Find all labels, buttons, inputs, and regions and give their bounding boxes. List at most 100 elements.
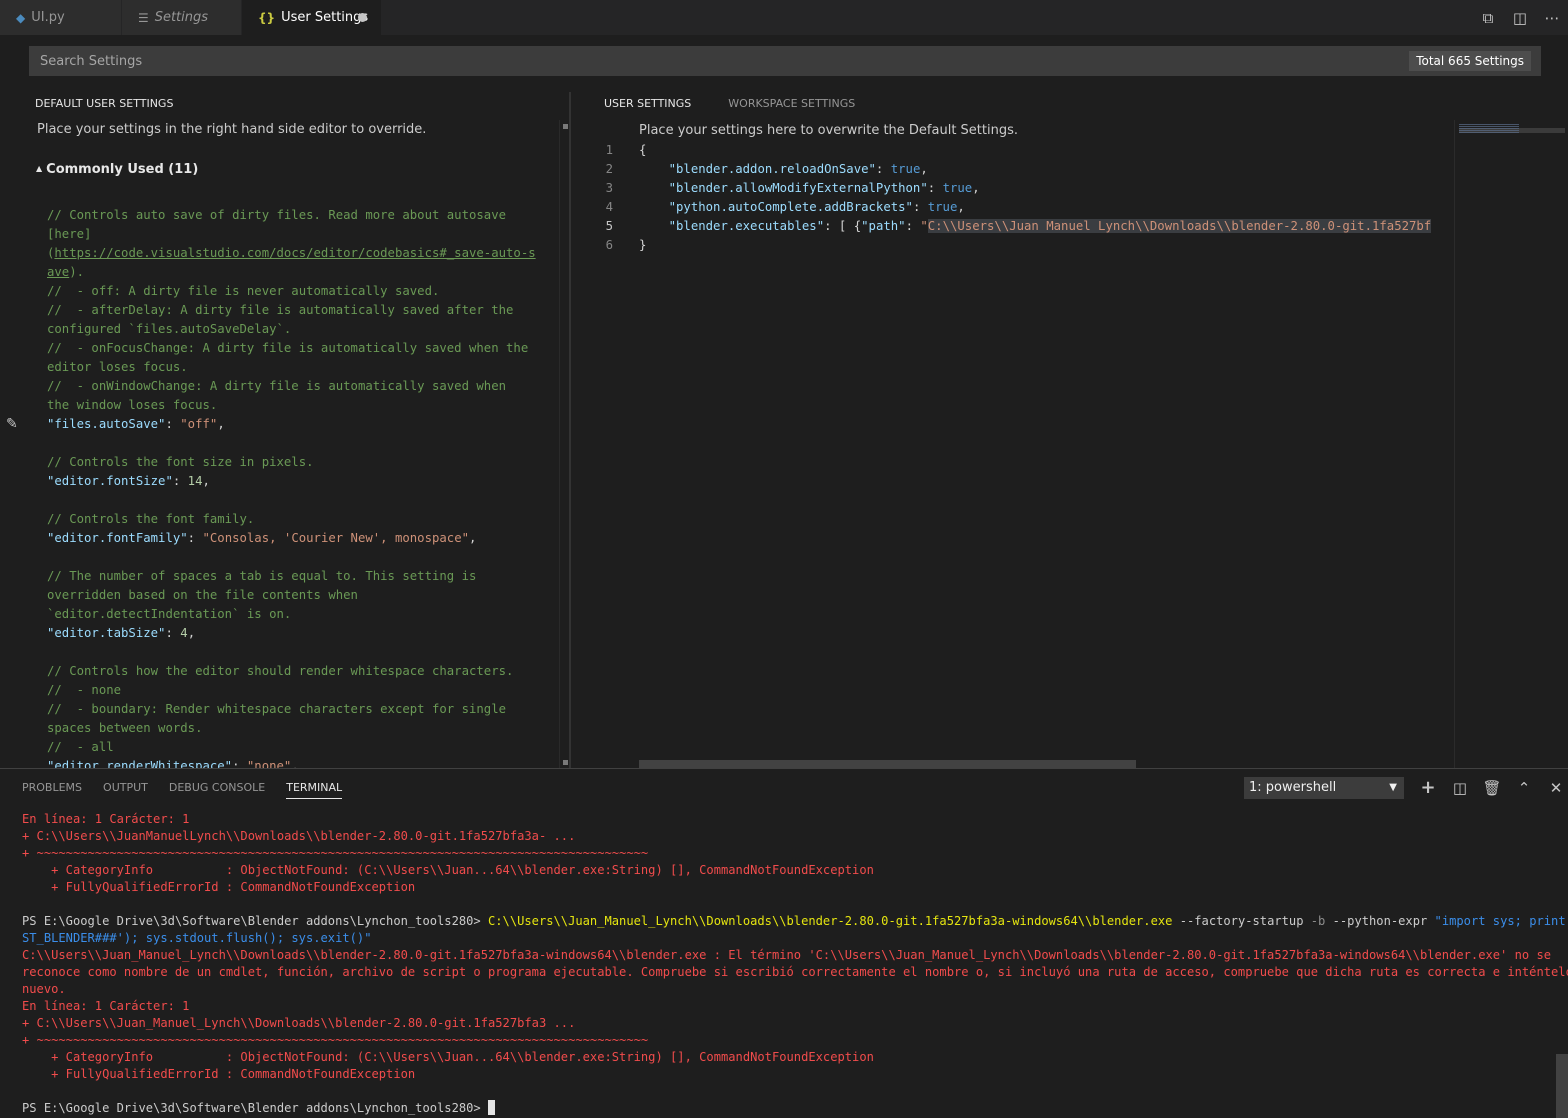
more-actions-icon[interactable]: ⋯ bbox=[1536, 9, 1568, 27]
code-token: , bbox=[291, 759, 299, 768]
line-number: 5 bbox=[605, 219, 613, 233]
user-settings-editor[interactable]: 1{2 "blender.addon.reloadOnSave": true, 3… bbox=[590, 141, 1454, 261]
split-terminal-icon[interactable]: ◫ bbox=[1449, 777, 1471, 799]
terminal-output[interactable]: En línea: 1 Carácter: 1 + C:\\Users\\Juan… bbox=[22, 811, 1568, 1117]
code-token: : bbox=[165, 417, 181, 431]
code-token: reconoce como nombre de un cmdlet, funci… bbox=[22, 965, 1568, 979]
terminal-scrollbar[interactable] bbox=[1556, 1054, 1568, 1118]
tab-label: Settings bbox=[154, 10, 209, 25]
commonly-used-group[interactable]: ▲ Commonly Used (11) bbox=[36, 162, 198, 177]
code-line: // Controls auto save of dirty files. Re… bbox=[47, 206, 559, 225]
terminal-line: + C:\\Users\\JuanManuelLynch\\Downloads\… bbox=[22, 828, 1552, 845]
tab-problems[interactable]: PROBLEMS bbox=[22, 781, 82, 799]
edit-pencil-icon[interactable]: ✎ bbox=[6, 416, 18, 432]
split-editor-icon[interactable]: ◫ bbox=[1504, 9, 1536, 27]
terminal-line: PS E:\Google Drive\3d\Software\Blender a… bbox=[22, 913, 1568, 930]
code-token: ST_BLENDER###'); sys.stdout.flush(); sys… bbox=[22, 931, 372, 945]
code-token: PS E:\Google Drive\3d\Software\Blender a… bbox=[22, 1101, 488, 1115]
code-token: + FullyQualifiedErrorId : CommandNotFoun… bbox=[22, 1067, 416, 1081]
editor-line[interactable]: 6} bbox=[590, 236, 1454, 255]
editor-line[interactable]: 4 "python.autoComplete.addBrackets": tru… bbox=[590, 198, 1454, 217]
terminal-line: + CategoryInfo : ObjectNotFound: (C:\\Us… bbox=[22, 1049, 1552, 1066]
code-token: C:\\Users\\Juan Manuel Lynch\\Downloads\… bbox=[927, 219, 1432, 233]
code-token: // Controls the font family. bbox=[47, 512, 255, 526]
minimap[interactable] bbox=[1454, 120, 1568, 768]
code-line: configured `files.autoSaveDelay`. bbox=[47, 320, 559, 339]
code-token: " bbox=[920, 219, 928, 233]
open-changes-icon[interactable]: ⧉ bbox=[1472, 9, 1504, 27]
terminal-line: + CategoryInfo : ObjectNotFound: (C:\\Us… bbox=[22, 862, 1552, 879]
code-line: "editor.fontSize": 14, bbox=[47, 472, 559, 491]
terminal-select[interactable]: 1: powershell ▼ bbox=[1244, 777, 1404, 799]
tab-ui-py[interactable]: ◆ UI.py bbox=[0, 0, 122, 35]
code-token: : bbox=[165, 626, 181, 640]
code-line: (https://code.visualstudio.com/docs/edit… bbox=[47, 244, 559, 263]
code-line: [here] bbox=[47, 225, 559, 244]
code-token: , bbox=[957, 200, 965, 214]
code-token: , bbox=[202, 474, 210, 488]
code-token: } bbox=[639, 238, 647, 252]
line-content: "blender.executables": [ {"path": "C:\\U… bbox=[639, 217, 1432, 236]
code-token: + ~~~~~~~~~~~~~~~~~~~~~~~~~~~~~~~~~~~~~~… bbox=[22, 846, 649, 860]
terminal-line: + C:\\Users\\Juan_Manuel_Lynch\\Download… bbox=[22, 1015, 1552, 1032]
code-token: : bbox=[232, 759, 247, 768]
terminal-line: ST_BLENDER###'); sys.stdout.flush(); sys… bbox=[22, 930, 1552, 947]
code-token: + CategoryInfo : ObjectNotFound: (C:\\Us… bbox=[22, 1050, 874, 1064]
code-line: // - onWindowChange: A dirty file is aut… bbox=[47, 377, 559, 396]
code-token: nuevo. bbox=[22, 982, 66, 996]
code-token: En línea: 1 Carácter: 1 bbox=[22, 812, 190, 826]
tab-debug-console[interactable]: DEBUG CONSOLE bbox=[169, 781, 265, 799]
code-token: configured `files.autoSaveDelay`. bbox=[47, 322, 292, 336]
tab-user-settings[interactable]: {} User Settings bbox=[242, 0, 382, 35]
code-token: En línea: 1 Carácter: 1 bbox=[22, 999, 190, 1013]
tab-output[interactable]: OUTPUT bbox=[103, 781, 148, 799]
code-token: : [ { bbox=[824, 219, 862, 233]
tab-user-settings-scope[interactable]: USER SETTINGS bbox=[604, 97, 691, 110]
editor-line[interactable]: 3 "blender.allowModifyExternalPython": t… bbox=[590, 179, 1454, 198]
terminal-line: En línea: 1 Carácter: 1 bbox=[22, 811, 1552, 828]
code-token: true bbox=[927, 200, 958, 214]
line-number: 6 bbox=[605, 238, 613, 252]
line-content: "blender.allowModifyExternalPython": tru… bbox=[639, 179, 980, 198]
terminal-line: En línea: 1 Carácter: 1 bbox=[22, 998, 1552, 1015]
code-token: // - onWindowChange: A dirty file is aut… bbox=[47, 379, 507, 393]
editor-tab-bar: ◆ UI.py ☰ Settings {} User Settings ⧉ ◫ … bbox=[0, 0, 1568, 35]
tab-workspace-settings-scope[interactable]: WORKSPACE SETTINGS bbox=[728, 97, 855, 110]
code-line: overridden based on the file contents wh… bbox=[47, 586, 559, 605]
code-line: // Controls how the editor should render… bbox=[47, 662, 559, 681]
add-terminal-icon[interactable]: + bbox=[1417, 777, 1439, 799]
settings-search-box: Total 665 Settings bbox=[29, 46, 1541, 76]
code-line: `editor.detectIndentation` is on. bbox=[47, 605, 559, 624]
horizontal-scrollbar[interactable] bbox=[639, 760, 1136, 768]
left-scrollbar[interactable] bbox=[559, 120, 569, 768]
code-token: --python-expr bbox=[1325, 914, 1435, 928]
code-token: ave bbox=[47, 265, 70, 279]
code-token: "path" bbox=[861, 219, 906, 233]
code-token: , bbox=[217, 417, 225, 431]
trash-icon[interactable]: 🗑 bbox=[1481, 777, 1503, 799]
tab-settings[interactable]: ☰ Settings bbox=[122, 0, 242, 35]
editor-line[interactable]: 5 "blender.executables": [ {"path": "C:\… bbox=[590, 217, 1454, 236]
code-line: // - none bbox=[47, 681, 559, 700]
code-token: 4 bbox=[180, 626, 188, 640]
code-token: 14 bbox=[187, 474, 203, 488]
close-panel-icon[interactable]: ✕ bbox=[1545, 777, 1567, 799]
code-token: // Controls auto save of dirty files. Re… bbox=[47, 208, 507, 222]
editor-line[interactable]: 1{ bbox=[590, 141, 1454, 160]
maximize-panel-icon[interactable]: ⌃ bbox=[1513, 777, 1535, 799]
code-token: C:\\Users\\Juan_Manuel_Lynch\\Downloads\… bbox=[22, 948, 1552, 962]
unsaved-dot-icon[interactable] bbox=[358, 13, 367, 22]
code-token: overridden based on the file contents wh… bbox=[47, 588, 358, 602]
pane-divider[interactable] bbox=[569, 92, 571, 768]
code-line: // The number of spaces a tab is equal t… bbox=[47, 567, 559, 586]
code-token: // The number of spaces a tab is equal t… bbox=[47, 569, 477, 583]
code-token: // - onFocusChange: A dirty file is auto… bbox=[47, 341, 529, 355]
code-token: , bbox=[920, 162, 928, 176]
code-line: "files.autoSave": "off", bbox=[47, 415, 559, 434]
minimap-content bbox=[1459, 124, 1519, 134]
tab-terminal[interactable]: TERMINAL bbox=[286, 781, 343, 799]
editor-line[interactable]: 2 "blender.addon.reloadOnSave": true, bbox=[590, 160, 1454, 179]
search-input[interactable] bbox=[29, 46, 1409, 76]
